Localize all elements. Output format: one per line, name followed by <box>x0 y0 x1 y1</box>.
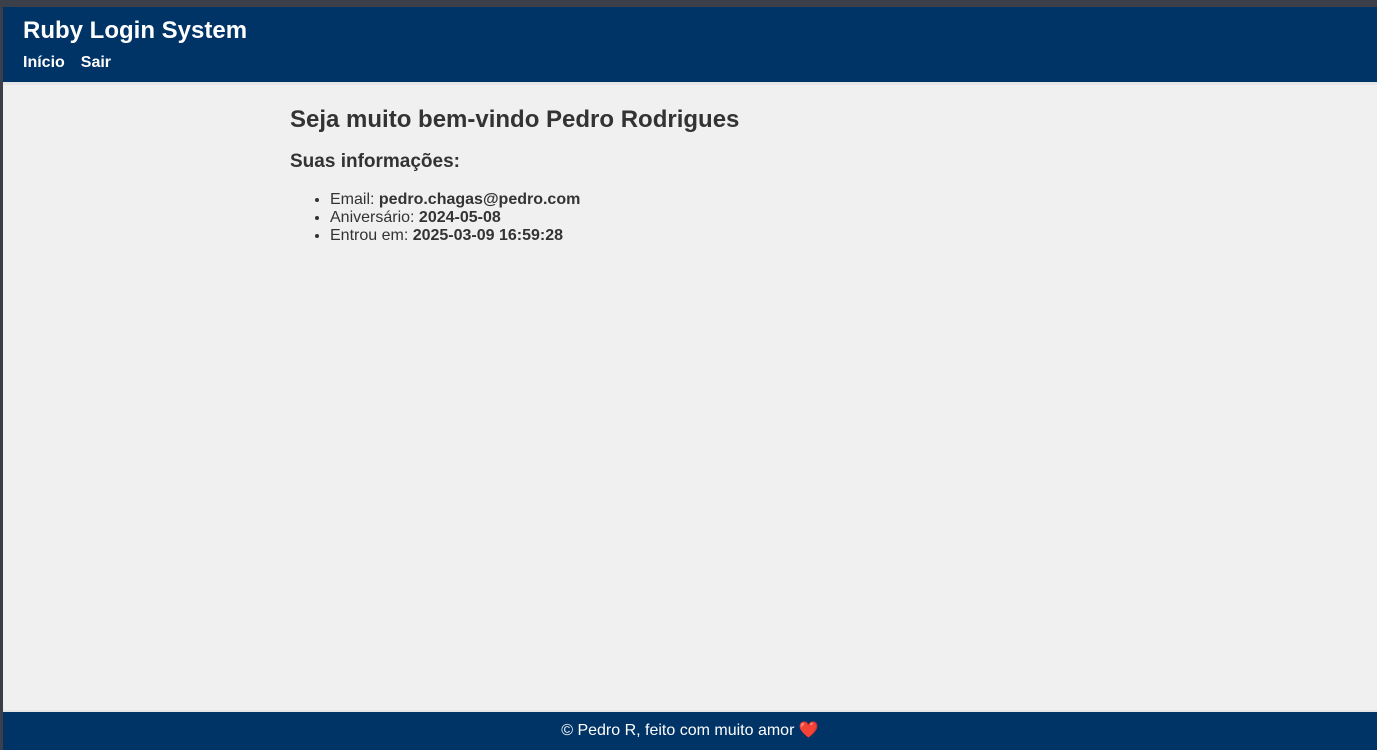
header-divider <box>3 82 1377 85</box>
footer-text: © Pedro R, feito com muito amor <box>561 722 799 739</box>
main-content: Seja muito bem-vindo Pedro Rodrigues Sua… <box>290 105 1090 245</box>
joined-item: Entrou em: 2025-03-09 16:59:28 <box>330 227 1090 245</box>
birthday-item: Aniversário: 2024-05-08 <box>330 209 1090 227</box>
page: Ruby Login System Início Sair Seja muito… <box>3 7 1377 750</box>
site-footer: © Pedro R, feito com muito amor ❤️ <box>3 710 1377 750</box>
window-top-edge <box>0 0 1377 7</box>
main-nav: Início Sair <box>23 54 111 72</box>
info-heading: Suas informações: <box>290 151 460 172</box>
email-label: Email: <box>330 191 379 208</box>
user-info-list: Email: pedro.chagas@pedro.com Aniversári… <box>290 191 1090 245</box>
joined-label: Entrou em: <box>330 227 413 244</box>
joined-value: 2025-03-09 16:59:28 <box>412 227 564 244</box>
email-value: pedro.chagas@pedro.com <box>378 191 581 208</box>
site-title: Ruby Login System <box>23 17 248 44</box>
email-item: Email: pedro.chagas@pedro.com <box>330 191 1090 209</box>
birthday-label: Aniversário: <box>330 209 419 226</box>
welcome-heading: Seja muito bem-vindo Pedro Rodrigues <box>290 106 740 133</box>
site-header: Ruby Login System Início Sair <box>3 7 1377 82</box>
nav-link-sair[interactable]: Sair <box>81 54 111 72</box>
birthday-value: 2024-05-08 <box>418 209 501 226</box>
nav-link-inicio[interactable]: Início <box>23 54 65 72</box>
heart-icon: ❤️ <box>798 722 819 739</box>
